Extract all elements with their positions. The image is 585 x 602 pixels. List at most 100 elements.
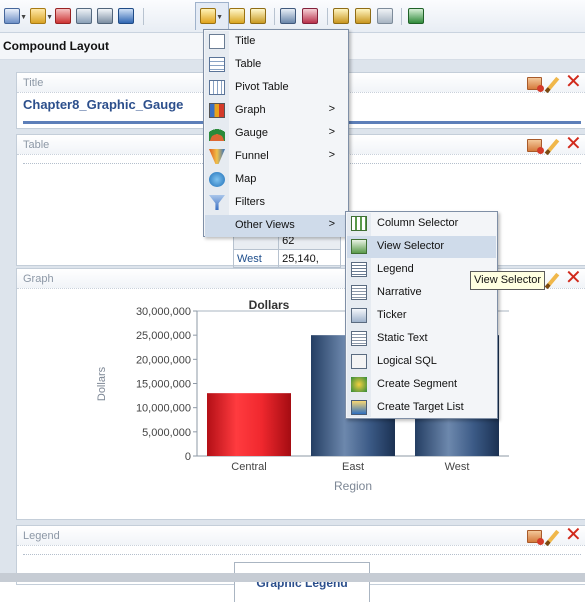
- x-tick-label: West: [445, 461, 470, 473]
- edit-view-icon[interactable]: [544, 529, 560, 547]
- menu-item-label: Table: [235, 58, 262, 70]
- y-tick-label: 5,000,000: [142, 427, 191, 439]
- menu-item-filters[interactable]: Filters: [205, 192, 347, 214]
- show-layout-icon[interactable]: [302, 8, 318, 24]
- y-tick-label: 25,000,000: [136, 330, 191, 342]
- create-segment-icon: [351, 377, 367, 392]
- menu-item-gauge[interactable]: Gauge >: [205, 123, 347, 145]
- menu-item-label: Gauge: [235, 127, 269, 139]
- submenu-item-static-text[interactable]: Static Text: [347, 328, 496, 350]
- ticker-icon: [351, 308, 367, 323]
- menu-item-label: Map: [235, 173, 257, 185]
- print-icon[interactable]: [76, 8, 92, 24]
- submenu-arrow-icon: >: [328, 103, 335, 115]
- graph-icon: [209, 103, 225, 118]
- menu-item-label: View Selector: [377, 240, 445, 252]
- pivot-table-icon: [209, 80, 225, 95]
- submenu-arrow-icon: >: [328, 218, 335, 230]
- toolbar-separator: [327, 8, 328, 25]
- x-axis-label: Region: [334, 479, 372, 493]
- submenu-item-create-target-list[interactable]: Create Target List: [347, 397, 496, 419]
- add-layout-icon[interactable]: [333, 8, 349, 24]
- toolbar-separator: [401, 8, 402, 25]
- schedule-icon[interactable]: [55, 8, 71, 24]
- new-view-menu: Title Table Pivot Table Graph > Gauge > Funnel >…: [203, 29, 349, 237]
- save-layout-icon[interactable]: [280, 8, 296, 24]
- graph-view-section: Graph ✕ Dollars 0 5,000,000 10,000,000 15,00…: [16, 268, 585, 520]
- other-views-submenu: Column Selector View Selector Legend Narrat…: [345, 211, 498, 419]
- menu-item-label: Graph: [235, 104, 266, 116]
- legend-view-divider: [23, 554, 581, 555]
- filters-icon: [209, 195, 225, 210]
- menu-item-label: Other Views: [235, 219, 295, 231]
- remove-view-icon[interactable]: ✕: [565, 525, 582, 545]
- submenu-item-create-segment[interactable]: Create Segment: [347, 374, 496, 396]
- menu-item-table[interactable]: Table: [205, 54, 347, 76]
- static-text-icon: [351, 331, 367, 346]
- view-properties-icon[interactable]: [229, 8, 245, 24]
- x-tick-label: East: [342, 461, 364, 473]
- x-tick-label: Central: [231, 461, 266, 473]
- submenu-item-view-selector[interactable]: View Selector: [347, 236, 496, 258]
- submenu-arrow-icon: >: [328, 149, 335, 161]
- submenu-item-ticker[interactable]: Ticker: [347, 305, 496, 327]
- y-axis-label: Dollars: [96, 366, 108, 401]
- upload-icon[interactable]: ▼: [30, 8, 53, 24]
- menu-item-graph[interactable]: Graph >: [205, 100, 347, 122]
- menu-item-label: Legend: [377, 263, 414, 275]
- toolbar-separator: [143, 8, 144, 25]
- format-container-icon[interactable]: [527, 530, 544, 545]
- new-view-icon[interactable]: ▼: [200, 8, 223, 24]
- compound-layout-title: Compound Layout: [3, 39, 109, 53]
- menu-item-title[interactable]: Title: [205, 31, 347, 53]
- edit-layout-icon[interactable]: [355, 8, 371, 24]
- funnel-icon: [209, 149, 225, 164]
- menu-item-other-views[interactable]: Other Views >: [205, 215, 347, 237]
- gauge-icon: [209, 126, 225, 141]
- sort-icon[interactable]: [408, 8, 424, 24]
- remove-view-icon[interactable]: ✕: [565, 134, 582, 154]
- title-icon: [209, 34, 225, 49]
- edit-view-icon[interactable]: [544, 76, 560, 94]
- menu-item-label: Create Target List: [377, 401, 464, 413]
- chart-title: Dollars: [249, 298, 290, 312]
- narrative-icon: [351, 285, 367, 300]
- menu-item-label: Funnel: [235, 150, 269, 162]
- submenu-item-logical-sql[interactable]: Logical SQL: [347, 351, 496, 373]
- legend-view-label: Legend: [17, 526, 585, 546]
- legend-view-actions: ✕: [527, 525, 582, 547]
- menu-item-pivot-table[interactable]: Pivot Table: [205, 77, 347, 99]
- delete-layout-icon[interactable]: [377, 8, 393, 24]
- logical-sql-icon: [351, 354, 367, 369]
- bar-central: [207, 393, 291, 456]
- menu-item-label: Static Text: [377, 332, 428, 344]
- format-container-icon[interactable]: [527, 139, 544, 154]
- menu-item-label: Create Segment: [377, 378, 458, 390]
- y-tick-label: 10,000,000: [136, 403, 191, 415]
- menu-item-label: Filters: [235, 196, 265, 208]
- menu-item-map[interactable]: Map: [205, 169, 347, 191]
- table-cell-region[interactable]: West: [232, 249, 280, 268]
- layout-columns-icon[interactable]: ▼: [4, 8, 27, 24]
- y-tick-label: 15,000,000: [136, 379, 191, 391]
- map-icon: [209, 172, 225, 187]
- dollars-bar-chart: Dollars 0 5,000,000 10,000,000 15,000,000 20,…: [96, 298, 509, 493]
- menu-item-label: Column Selector: [377, 217, 459, 229]
- preview-icon[interactable]: [97, 8, 113, 24]
- duplicate-view-icon[interactable]: [250, 8, 266, 24]
- refresh-icon[interactable]: [118, 8, 134, 24]
- remove-view-icon[interactable]: ✕: [565, 72, 582, 92]
- y-tick-label: 30,000,000: [136, 306, 191, 318]
- submenu-arrow-icon: >: [328, 126, 335, 138]
- y-tick-label: 0: [185, 451, 191, 463]
- table-row: West 25,140,: [232, 249, 341, 268]
- menu-item-funnel[interactable]: Funnel >: [205, 146, 347, 168]
- title-view-actions: ✕: [527, 72, 582, 94]
- format-container-icon[interactable]: [527, 77, 544, 92]
- edit-view-icon[interactable]: [544, 138, 560, 156]
- submenu-item-column-selector[interactable]: Column Selector: [347, 213, 496, 235]
- report-title: Chapter8_Graphic_Gauge: [23, 97, 184, 112]
- legend-icon: [351, 262, 367, 277]
- create-target-list-icon: [351, 400, 367, 415]
- table-cell-value: 25,140,: [278, 249, 341, 268]
